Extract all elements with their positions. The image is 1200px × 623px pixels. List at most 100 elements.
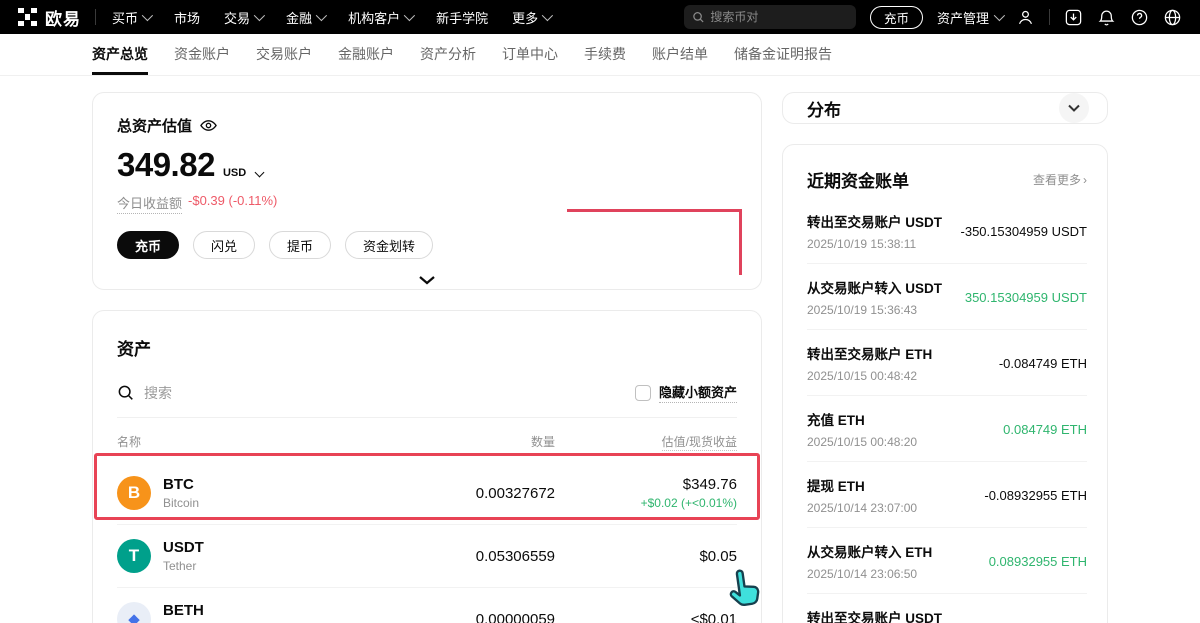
bill-item[interactable]: 从交易账户转入 ETH2025/10/14 23:06:50 0.0893295…: [807, 528, 1087, 594]
tab-order-center[interactable]: 订单中心: [502, 34, 558, 75]
hide-small-assets-checkbox[interactable]: [635, 385, 651, 401]
okx-logo[interactable]: 欧易: [18, 5, 81, 30]
tab-trading-account[interactable]: 交易账户: [256, 34, 312, 75]
logo-text: 欧易: [45, 5, 81, 30]
view-more-link[interactable]: 查看更多›: [1033, 171, 1087, 188]
bill-amount: 0.08932955 ETH: [989, 554, 1087, 569]
top-navigation: 欧易 买币 市场 交易 金融 机构客户 新手学院 更多 充币 资产管理: [0, 0, 1200, 34]
menu-markets[interactable]: 市场: [174, 8, 200, 27]
expand-overview-chevron[interactable]: [117, 274, 737, 286]
distribution-card: 分布: [782, 92, 1108, 124]
beth-amount: 0.00000059: [345, 611, 555, 623]
currency-chevron-icon[interactable]: [255, 168, 265, 178]
deposit-crypto-button[interactable]: 充币: [117, 231, 179, 259]
tab-account-statement[interactable]: 账户结单: [652, 34, 708, 75]
tab-fees[interactable]: 手续费: [584, 34, 626, 75]
assets-table-header: 名称 数量 估值/现货收益: [117, 418, 737, 462]
btc-amount: 0.00327672: [345, 485, 555, 502]
coin-name: Bitcoin: [163, 496, 199, 510]
asset-management-dropdown[interactable]: 资产管理: [937, 8, 1002, 27]
bill-amount: 350.15304959 USDT: [965, 290, 1087, 305]
deposit-button[interactable]: 充币: [870, 6, 923, 29]
menu-finance[interactable]: 金融: [286, 8, 324, 27]
main-menu: 买币 市场 交易 金融 机构客户 新手学院 更多: [112, 8, 550, 27]
recent-bills-card: 近期资金账单 查看更多› 转出至交易账户 USDT2025/10/19 15:3…: [782, 144, 1108, 623]
tab-asset-analysis[interactable]: 资产分析: [420, 34, 476, 75]
language-globe-icon[interactable]: [1163, 8, 1182, 27]
tab-proof-of-reserves[interactable]: 储备金证明报告: [734, 34, 832, 75]
bills-title: 近期资金账单: [807, 167, 909, 192]
notifications-bell-icon[interactable]: [1097, 8, 1116, 27]
chevron-down-icon: [994, 10, 1005, 21]
col-name: 名称: [117, 433, 345, 450]
btc-value: $349.76: [555, 476, 737, 493]
red-annotation-line-vertical: [739, 209, 742, 275]
tab-finance-account[interactable]: 金融账户: [338, 34, 394, 75]
hide-small-assets-label[interactable]: 隐藏小额资产: [659, 382, 737, 403]
asset-search[interactable]: [117, 384, 635, 401]
nav-divider: [95, 9, 96, 25]
bill-item[interactable]: 从交易账户转入 USDT2025/10/19 15:36:43 350.1530…: [807, 264, 1087, 330]
assets-title: 资产: [117, 335, 737, 360]
menu-trade[interactable]: 交易: [224, 8, 262, 27]
download-app-icon[interactable]: [1064, 8, 1083, 27]
today-pnl-value: -$0.39 (-0.11%): [188, 193, 277, 214]
menu-institutional[interactable]: 机构客户: [348, 8, 412, 27]
red-annotation-line-horizontal: [567, 209, 742, 212]
eye-icon[interactable]: [200, 117, 217, 134]
distribution-title: 分布: [807, 96, 841, 121]
total-asset-title: 总资产估值: [117, 115, 192, 136]
main-content: 总资产估值 349.82 USD 今日收益额 -$0.39 (-0.11%) 充…: [0, 76, 1200, 623]
usdt-icon: T: [117, 539, 151, 573]
beth-value: <$0.01: [555, 611, 737, 623]
menu-academy[interactable]: 新手学院: [436, 8, 488, 27]
bill-amount: -350.15304959 USDT: [961, 224, 1087, 239]
chevron-down-icon: [316, 10, 327, 21]
transfer-button[interactable]: 资金划转: [345, 231, 433, 259]
chevron-right-icon: ›: [1083, 173, 1087, 187]
coin-symbol: USDT: [163, 539, 204, 557]
bill-amount: -0.084749 ETH: [999, 356, 1087, 371]
okx-logo-icon: [18, 8, 37, 27]
search-icon: [692, 10, 704, 24]
asset-row-usdt[interactable]: T USDT Tether 0.05306559 $0.05: [117, 525, 737, 587]
bill-item[interactable]: 转出至交易账户 ETH2025/10/15 00:48:42 -0.084749…: [807, 330, 1087, 396]
asset-row-beth[interactable]: ◆ BETH BETH 0.00000059 <$0.01: [117, 588, 737, 623]
icon-divider: [1049, 9, 1050, 25]
search-input[interactable]: [710, 10, 848, 24]
distribution-expand-button[interactable]: [1059, 93, 1089, 123]
help-icon[interactable]: [1130, 8, 1149, 27]
coin-symbol: BTC: [163, 476, 199, 494]
tab-funding-account[interactable]: 资金账户: [174, 34, 230, 75]
usdt-value: $0.05: [555, 548, 737, 565]
bills-list: 转出至交易账户 USDT2025/10/19 15:38:11 -350.153…: [807, 198, 1087, 623]
btc-pnl: +$0.02 (+<0.01%): [555, 496, 737, 510]
profile-icon[interactable]: [1016, 8, 1035, 27]
asset-search-input[interactable]: [144, 385, 444, 401]
search-icon: [117, 384, 134, 401]
coin-name: Tether: [163, 559, 204, 573]
pair-search[interactable]: [684, 5, 856, 29]
chevron-down-icon: [1068, 104, 1080, 112]
asset-row-btc[interactable]: B BTC Bitcoin 0.00327672 $349.76 +$0.02 …: [117, 462, 737, 524]
total-asset-amount: 349.82: [117, 146, 215, 184]
menu-more[interactable]: 更多: [512, 8, 550, 27]
chevron-down-icon: [404, 10, 415, 21]
assets-card: 资产 隐藏小额资产 名称 数量 估值/现货收益 B: [92, 310, 762, 623]
menu-buy-crypto[interactable]: 买币: [112, 8, 150, 27]
today-pnl-label: 今日收益额: [117, 193, 182, 214]
chevron-down-icon: [142, 10, 153, 21]
bill-item[interactable]: 转出至交易账户 USDT2025/10/19 15:38:11 -350.153…: [807, 198, 1087, 264]
withdraw-button[interactable]: 提币: [269, 231, 331, 259]
bill-item[interactable]: 转出至交易账户 USDT: [807, 594, 1087, 623]
bill-item[interactable]: 提现 ETH2025/10/14 23:07:00 -0.08932955 ET…: [807, 462, 1087, 528]
btc-icon: B: [117, 476, 151, 510]
assets-tabs: 资产总览 资金账户 交易账户 金融账户 资产分析 订单中心 手续费 账户结单 储…: [0, 34, 1200, 76]
bill-item[interactable]: 充值 ETH2025/10/15 00:48:20 0.084749 ETH: [807, 396, 1087, 462]
chevron-down-icon: [542, 10, 553, 21]
convert-button[interactable]: 闪兑: [193, 231, 255, 259]
chevron-down-icon: [254, 10, 265, 21]
tab-asset-overview[interactable]: 资产总览: [92, 34, 148, 75]
bill-amount: -0.08932955 ETH: [984, 488, 1087, 503]
usdt-amount: 0.05306559: [345, 548, 555, 565]
